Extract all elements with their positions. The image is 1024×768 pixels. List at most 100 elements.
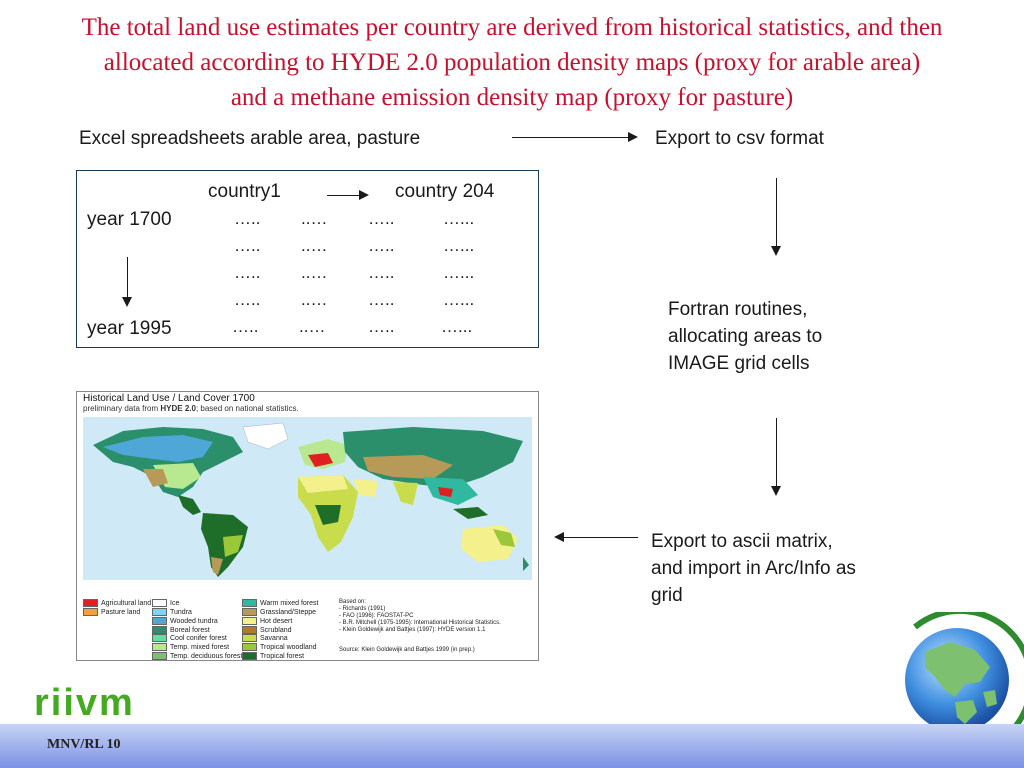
table-cell: …..: [234, 209, 261, 228]
table-cell: …...: [443, 290, 475, 309]
arrow-csv-to-fortran: [771, 178, 781, 256]
legend-label: Tropical forest: [260, 652, 305, 660]
legend-label: Boreal forest: [170, 626, 210, 634]
legend-item: Pasture land: [83, 607, 151, 617]
table-cell: …...: [441, 317, 473, 336]
table-cell: …..: [234, 236, 261, 255]
fortran-line-1: Fortran routines,: [668, 299, 808, 320]
legend-label: Tundra: [170, 608, 192, 616]
land-use-map-figure: Historical Land Use / Land Cover 1700 pr…: [76, 391, 539, 661]
legend-col-cover-2: Warm mixed forest Grassland/Steppe Hot d…: [242, 599, 318, 660]
title-line-3: and a methane emission density map (prox…: [230, 84, 794, 111]
table-cell: ..…: [301, 209, 328, 228]
legend-swatch: [242, 643, 257, 652]
legend-swatch: [242, 634, 257, 643]
legend-label: Temp. deciduous forest: [170, 652, 243, 660]
legend-label: Cool conifer forest: [170, 635, 227, 643]
reference-line: - FAO (1996): FAOSTAT-PC: [339, 613, 414, 619]
reference-line: - B.R. Mitchell (1975-1995): Internation…: [339, 620, 501, 626]
legend-item: Temp. deciduous forest: [152, 652, 243, 660]
reference-line: Based on:: [339, 599, 367, 605]
legend-label: Pasture land: [101, 608, 141, 616]
table-cell: …..: [368, 317, 395, 336]
legend-label: Wooded tundra: [170, 617, 218, 625]
legend-item: Scrubland: [242, 625, 318, 635]
map-subtitle: preliminary data from HYDE 2.0; based on…: [83, 404, 299, 413]
title-line-1: The total land use estimates per country…: [81, 14, 943, 41]
table-cell: …..: [232, 317, 259, 336]
legend-label: Ice: [170, 599, 180, 607]
rivm-logo: riivm: [34, 682, 135, 724]
legend-item: Temp. mixed forest: [152, 643, 242, 652]
table-cell: …..: [368, 236, 395, 255]
legend-swatch: [83, 599, 98, 607]
table-cell: …...: [443, 209, 475, 228]
legend-item: Grassland/Steppe: [242, 607, 318, 617]
ascii-line-3: grid: [651, 585, 683, 606]
legend-item: Ice: [152, 599, 242, 608]
country-first-header: country1: [208, 181, 281, 202]
arrow-excel-to-csv: [512, 132, 638, 142]
legend-swatch: [152, 616, 167, 625]
legend-swatch: [242, 616, 257, 625]
legend-item: Warm mixed forest: [242, 599, 318, 608]
legend-swatch: [242, 599, 257, 607]
map-source: Source: Klein Goldewijk and Battjes 1999…: [339, 647, 475, 653]
legend-swatch: [152, 607, 167, 616]
world-map: [83, 417, 532, 580]
map-subtitle-post: ; based on national statistics.: [195, 404, 299, 413]
legend-item: Tropical woodland: [242, 643, 318, 652]
legend-item: Cool conifer forest: [152, 634, 242, 643]
table-cell: ..…: [301, 236, 328, 255]
legend-label: Scrubland: [260, 626, 292, 634]
title-line-2: allocated according to HYDE 2.0 populati…: [103, 49, 921, 76]
legend-col-cover-1: Ice Tundra Wooded tundra Boreal forest C…: [152, 599, 243, 660]
table-cell: ..…: [301, 263, 328, 282]
legend-item: Tundra: [152, 607, 242, 617]
export-csv-text: Export to csv format: [655, 128, 824, 149]
table-cell: …..: [368, 209, 395, 228]
table-cell: …...: [443, 263, 475, 282]
arrow-year-span: [122, 257, 132, 307]
legend-item: Savanna: [242, 634, 318, 643]
legend-label: Agricultural land: [101, 599, 152, 607]
arrow-country-span: [327, 190, 369, 200]
legend-label: Savanna: [260, 635, 288, 643]
legend-swatch: [152, 643, 167, 652]
slide-title: The total land use estimates per country…: [0, 10, 1024, 115]
arrow-ascii-to-map: [554, 532, 638, 542]
legend-item: Agricultural land: [83, 599, 151, 608]
map-subtitle-bold: HYDE 2.0: [160, 404, 196, 413]
ascii-line-2: and import in Arc/Info as: [651, 558, 856, 579]
legend-item: Tropical forest: [242, 652, 318, 660]
legend-col-land: Agricultural land Pasture land: [83, 599, 151, 617]
legend-label: Hot desert: [260, 617, 293, 625]
slide-footer-label: MNV/RL 10: [47, 737, 121, 752]
legend-item: Hot desert: [242, 616, 318, 626]
map-references: Based on: - Richards (1991) - FAO (1996)…: [339, 599, 501, 634]
legend-swatch: [242, 607, 257, 616]
table-cell: …..: [234, 290, 261, 309]
legend-swatch: [83, 607, 98, 616]
footer-bar: [0, 724, 1024, 768]
legend-label: Warm mixed forest: [260, 599, 319, 607]
country-last-header: country 204: [395, 181, 495, 202]
table-cell: …...: [443, 236, 475, 255]
legend-item: Boreal forest: [152, 625, 242, 635]
map-title: Historical Land Use / Land Cover 1700: [83, 393, 255, 404]
year-first-label: year 1700: [87, 209, 172, 230]
reference-line: - Richards (1991): [339, 606, 386, 612]
table-cell: …..: [234, 263, 261, 282]
ascii-line-1: Export to ascii matrix,: [651, 531, 833, 552]
legend-swatch: [152, 652, 167, 660]
legend-swatch: [152, 634, 167, 643]
arrow-fortran-to-ascii: [771, 418, 781, 496]
table-cell: …..: [368, 290, 395, 309]
year-last-label: year 1995: [87, 318, 172, 339]
fortran-line-2: allocating areas to: [668, 326, 823, 347]
legend-swatch: [152, 625, 167, 634]
reference-line: - Klein Goldewijk and Battjes (1997): HY…: [339, 627, 486, 633]
legend-swatch: [242, 652, 257, 660]
legend-label: Tropical woodland: [260, 644, 317, 652]
table-cell: …..: [368, 263, 395, 282]
